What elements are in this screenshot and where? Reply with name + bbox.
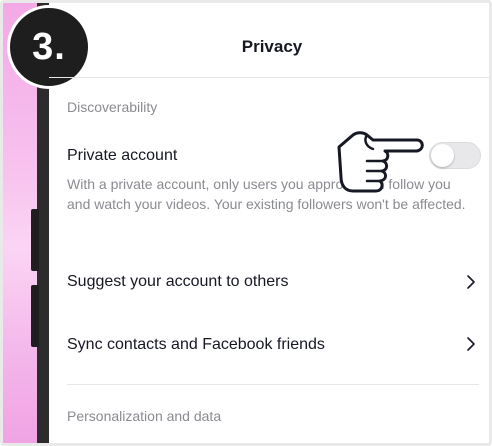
phone-side-button xyxy=(31,285,39,347)
page-title: Privacy xyxy=(241,37,303,56)
section-label-personalization: Personalization and data xyxy=(67,408,222,424)
header-divider xyxy=(49,77,489,78)
sync-contacts-label: Sync contacts and Facebook friends xyxy=(67,336,325,353)
chevron-right-icon xyxy=(467,337,475,351)
toggle-knob xyxy=(431,144,454,167)
chevron-right-icon xyxy=(467,275,475,289)
pointing-hand-icon xyxy=(337,131,424,193)
screenshot-frame: 3. Privacy Discoverability Private accou… xyxy=(0,0,492,446)
private-account-toggle[interactable] xyxy=(429,142,481,169)
phone-side-button xyxy=(31,209,39,271)
section-label-discoverability: Discoverability xyxy=(67,99,158,115)
suggest-account-label: Suggest your account to others xyxy=(67,273,289,290)
private-account-label: Private account xyxy=(67,147,178,164)
section-divider xyxy=(67,384,479,385)
